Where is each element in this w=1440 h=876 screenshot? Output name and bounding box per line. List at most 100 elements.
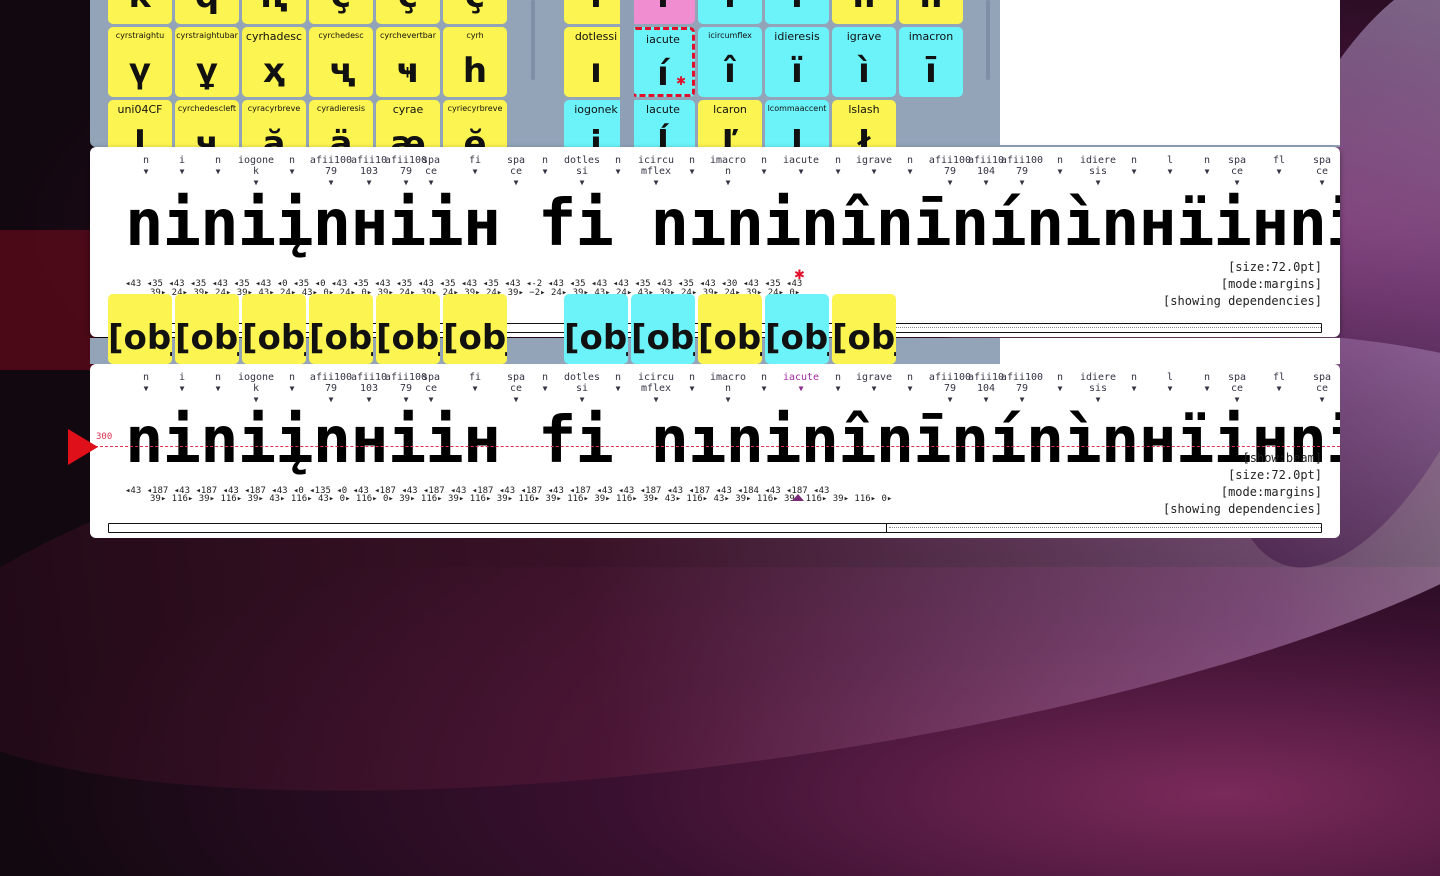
glyph-label[interactable]: spa ce ▼ [1215, 372, 1259, 405]
glyph-cell[interactable]: ԛ [175, 0, 239, 24]
glyph-label[interactable]: fl ▼ [1257, 372, 1301, 394]
glyph-cell[interactable]: dotlessi ı [564, 27, 628, 97]
glyph-cell-glyph: ҳ [263, 51, 285, 91]
scrollbar-thumb[interactable] [109, 524, 887, 532]
glyph-cell[interactable]: [object Object] [108, 294, 172, 364]
glyph-cell[interactable]: [object Object] [175, 294, 239, 364]
glyph-label-text: icircu mflex [637, 155, 675, 177]
grid-right-scrollbar[interactable] [986, 0, 990, 80]
glyph-label[interactable]: spa ce ▼ [1215, 155, 1259, 188]
glyph-cell-glyph: ï [791, 51, 803, 91]
glyph-cell[interactable]: ı [564, 0, 628, 24]
glyph-label[interactable]: fl ▼ [1257, 155, 1301, 177]
size-info[interactable]: [size:72.0pt] [1163, 259, 1322, 276]
glyph-label[interactable]: fi ▼ [453, 372, 497, 394]
glyph-cell[interactable]: [object Object] [698, 294, 762, 364]
glyph-cell-glyph: ı [698, 0, 762, 18]
glyph-label-text: n [1203, 155, 1211, 166]
glyph-label[interactable]: fi ▼ [453, 155, 497, 177]
glyph-label[interactable]: n ▼ [888, 155, 932, 177]
glyph-label[interactable]: n ▼ [270, 155, 314, 177]
glyph-cell-glyph: [object Object] [309, 318, 373, 364]
glyph-cell[interactable]: ң [242, 0, 306, 24]
glyph-label[interactable]: spa ce ▼ [1300, 155, 1340, 188]
glyph-label-text: n [760, 372, 768, 383]
dependencies-info[interactable]: [showing dependencies] [1163, 293, 1322, 310]
glyph-marker-icon: ▼ [1276, 167, 1282, 176]
glyph-cell-name: lslash [848, 103, 880, 116]
glyph-label-text: n [1130, 372, 1138, 383]
glyph-label-text: n [834, 155, 842, 166]
glyph-label[interactable]: spa ce ▼ [409, 372, 453, 405]
glyph-cell-name: cyriecyrbreve [447, 104, 503, 113]
dependencies-info[interactable]: [showing dependencies] [1163, 501, 1322, 518]
glyph-cell-glyph: [object Object] [242, 318, 306, 364]
glyph-cell-name: iogonek [574, 103, 618, 116]
glyph-cell-name: icircumflex [708, 31, 752, 40]
glyph-label[interactable]: spa ce ▼ [409, 155, 453, 188]
baseline-label: 300 [96, 432, 113, 442]
glyph-cell-name: cyrstraightu [115, 31, 165, 40]
grid-left-scrollbar[interactable] [531, 0, 535, 80]
baseline-guide[interactable] [90, 446, 1340, 447]
glyph-label-text: n [541, 372, 549, 383]
glyph-cell[interactable]: igrave ì [832, 27, 896, 97]
glyph-cell[interactable]: [object Object] [832, 294, 896, 364]
glyph-cell[interactable]: [object Object] [765, 294, 829, 364]
glyph-label[interactable]: spa ce ▼ [1300, 372, 1340, 405]
glyph-cell[interactable]: cyrh һ [443, 27, 507, 97]
glyph-cell[interactable]: ı [765, 0, 829, 24]
glyph-cell[interactable]: cyrchevertbar ҹ [376, 27, 440, 97]
glyph-cell[interactable]: cyrchedesc ҷ [309, 27, 373, 97]
glyph-label-text: spa ce [421, 155, 441, 177]
glyph-cell-name: cyracyrbreve [247, 104, 301, 113]
glyph-marker-icon: ▼ [907, 384, 913, 393]
right-bearing-row[interactable]: 39▸ 116▸ 39▸ 116▸ 39▸ 43▸ 116▸ 43▸ 0▸ 11… [150, 494, 892, 504]
glyph-cell-glyph: ı [564, 0, 628, 18]
glyph-label-text: n [288, 372, 296, 383]
glyph-label[interactable]: n ▼ [270, 372, 314, 394]
selected-glyph-marker [792, 494, 804, 501]
beam-info[interactable]: [show:beam] [1163, 450, 1322, 467]
glyph-cell-glyph: [object Object] [832, 318, 896, 364]
glyph-label-text: l [1166, 155, 1174, 166]
glyph-cell[interactable]: cyrstraightu ү [108, 27, 172, 97]
glyph-cell[interactable]: ıı [899, 0, 963, 24]
glyph-cell[interactable]: idieresis ï [765, 27, 829, 97]
glyph-cell[interactable]: ı× [631, 0, 695, 24]
glyph-label-text: spa ce [1227, 372, 1247, 394]
mode-info[interactable]: [mode:margins] [1163, 276, 1322, 293]
glyph-cell[interactable]: icircumflex î [698, 27, 762, 97]
mode-info[interactable]: [mode:margins] [1163, 484, 1322, 501]
glyph-label-text: fi [468, 155, 482, 166]
glyph-cell-glyph: ҫ [309, 0, 373, 18]
glyph-cell[interactable]: iacute í ✱ [631, 27, 695, 97]
horizontal-scrollbar[interactable] [108, 523, 1322, 533]
wallpaper-left [0, 230, 95, 370]
glyph-cell[interactable]: ҫ [376, 0, 440, 24]
glyph-cell[interactable]: ıı [832, 0, 896, 24]
sample-text[interactable]: niniįnніін fi nıninînīnínìnнїінnïnln fl … [125, 404, 1340, 478]
glyph-cell[interactable]: [object Object] [242, 294, 306, 364]
glyph-cell[interactable]: imacron ī [899, 27, 963, 97]
glyph-cell[interactable]: [object Object] [631, 294, 695, 364]
glyph-cell[interactable]: ı× [698, 0, 762, 24]
grid-pane-divider[interactable] [620, 0, 634, 147]
glyph-cell[interactable]: cyrstraightubar ұ [175, 27, 239, 97]
glyph-cell[interactable]: [object Object] [443, 294, 507, 364]
glyph-cell-name: idieresis [774, 30, 820, 43]
glyph-label-text: idiere sis [1079, 155, 1117, 177]
glyph-cell[interactable]: [object Object] [309, 294, 373, 364]
glyph-preview-panel [1000, 0, 1340, 145]
sample-text[interactable]: niniįnніін fi nıninînīnínìnнїінnïnln fl … [125, 187, 1340, 261]
size-info[interactable]: [size:72.0pt] [1163, 467, 1322, 484]
metrics-window-2: n ▼ i ▼ n ▼ iogone k ▼ n ▼ afii100 79 ▼ afii10 103 ▼ a… [90, 364, 1340, 538]
glyph-cell[interactable]: к [108, 0, 172, 24]
glyph-label[interactable]: n ▼ [888, 372, 932, 394]
glyph-cell[interactable]: ҫ [443, 0, 507, 24]
glyph-cell[interactable]: [object Object] [564, 294, 628, 364]
glyph-cell-glyph: [object Object] [698, 318, 762, 364]
glyph-cell[interactable]: [object Object] [376, 294, 440, 364]
glyph-cell[interactable]: cyrhadesc ҳ [242, 27, 306, 97]
glyph-cell[interactable]: ҫ [309, 0, 373, 24]
